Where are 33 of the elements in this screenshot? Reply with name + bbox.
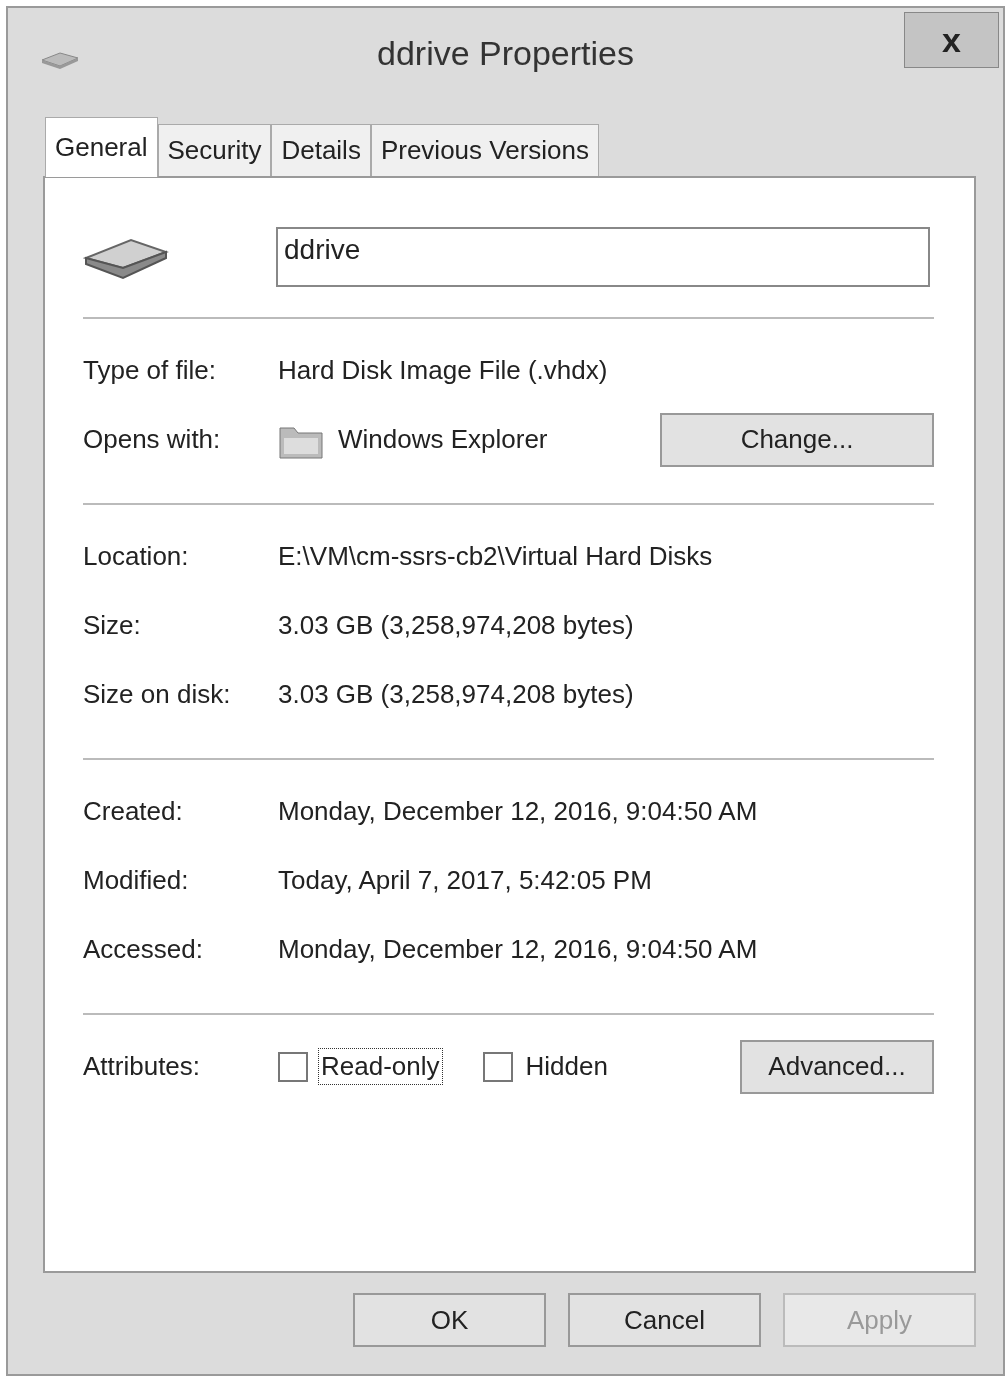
field-label: Opens with: [83,424,222,455]
tab[interactable]: Security [157,124,272,176]
field-label: Size on disk: [83,679,232,710]
field-label: Accessed: [83,934,204,965]
tab[interactable]: General [45,117,158,177]
field-value: 3.03 GB (3,258,974,208 bytes) [278,679,634,710]
field-label: Modified: [83,865,190,896]
tab[interactable]: Details [271,124,371,176]
field-value: Monday, December 12, 2016, 9:04:50 AM [278,796,758,827]
field-label: Attributes: [83,1051,202,1082]
dialog-button[interactable]: Cancel [568,1293,761,1347]
checkbox[interactable] [278,1051,308,1082]
checkbox[interactable] [482,1051,513,1082]
tab[interactable]: Previous Versions [370,124,599,176]
field-value: Hard Disk Image File (.vhdx) [278,355,608,386]
dialog-button[interactable]: OK [353,1293,546,1347]
advanced-button[interactable]: Advanced... [740,1039,934,1094]
field-value: 3.03 GB (3,258,974,208 bytes) [278,610,634,641]
checkbox-label[interactable]: Read-only [318,1048,443,1085]
change-button[interactable]: Change... [660,412,934,467]
checkbox-label[interactable]: Hidden [522,1048,611,1085]
field-label: Location: [83,541,190,572]
drive-icon [40,50,80,70]
close-button[interactable]: x [904,12,999,68]
field-value: Windows Explorer [338,424,549,455]
field-value: Monday, December 12, 2016, 9:04:50 AM [278,934,758,965]
window-title: ddrive Properties [377,33,634,73]
name-field[interactable]: ddrive [276,227,930,287]
field-label: Size: [83,610,142,641]
field-label: Created: [83,796,184,827]
field-label: Type of file: [83,355,217,386]
field-value: Today, April 7, 2017, 5:42:05 PM [278,865,652,896]
field-value: E:\VM\cm-ssrs-cb2\Virtual Hard Disks [278,541,713,572]
